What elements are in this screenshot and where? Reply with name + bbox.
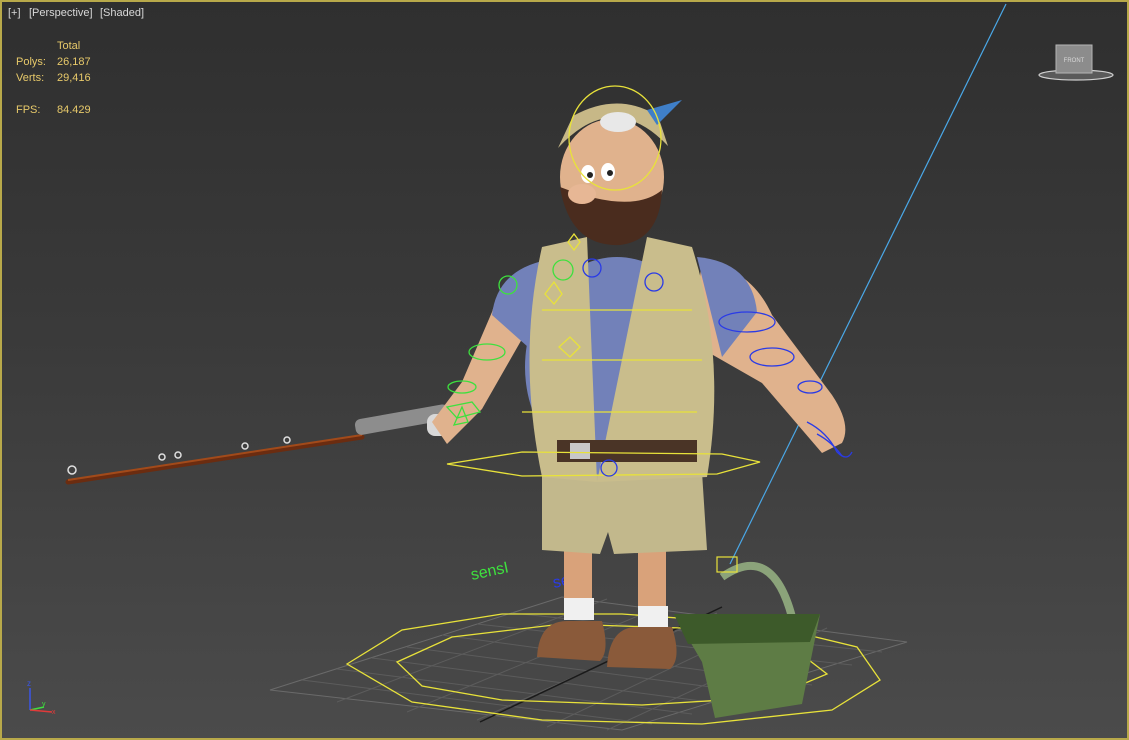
scene-canvas[interactable]: sensI sensI xyxy=(2,2,1129,740)
stats-verts-label: Verts: xyxy=(16,72,45,84)
stats-total-header: Total xyxy=(57,40,81,52)
perspective-viewport[interactable]: sensI sensI xyxy=(0,0,1129,740)
stats-fps-label: FPS: xyxy=(16,104,41,116)
axis-tripod-icon: z y x xyxy=(27,679,56,716)
viewcube-icon[interactable]: FRONT xyxy=(1036,42,1116,84)
ground-label-left: sensI xyxy=(469,559,510,584)
viewcube-face-label: FRONT xyxy=(1064,58,1085,64)
stats-polys-label: Polys: xyxy=(16,56,46,68)
stats-polys-value: 26,187 xyxy=(57,56,91,68)
stats-verts-value: 29,416 xyxy=(57,72,91,84)
viewport-view-label[interactable]: [Perspective] xyxy=(29,7,93,19)
viewport-menu-plus[interactable]: [+] xyxy=(8,7,21,19)
stats-fps-value: 84.429 xyxy=(57,104,91,116)
viewport-shading-label[interactable]: [Shaded] xyxy=(100,7,144,19)
axis-z-label: z xyxy=(27,679,31,688)
axis-y-label: y xyxy=(42,701,46,708)
character-head xyxy=(558,100,682,246)
axis-x-label: x xyxy=(52,709,56,716)
viewport-statistics: Total Polys: 26,187 Verts: 29,416 FPS: 84.4… xyxy=(16,38,91,118)
character-shorts xyxy=(542,472,707,554)
light-target-line[interactable] xyxy=(729,3,1007,565)
fishing-rod[interactable] xyxy=(65,404,450,485)
